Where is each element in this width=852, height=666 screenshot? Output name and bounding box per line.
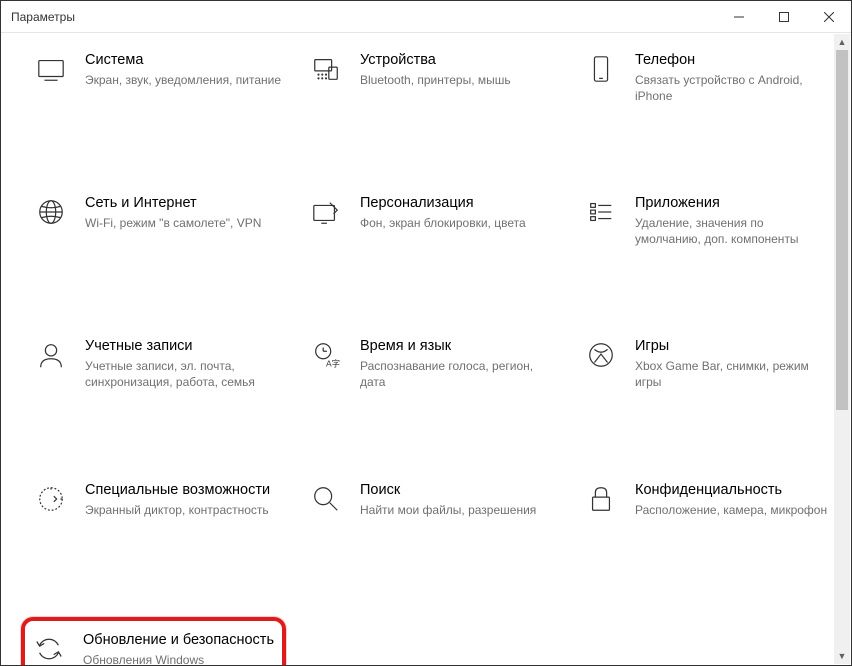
tile-title: Специальные возможности (85, 481, 270, 500)
tile-desc: Wi-Fi, режим "в самолете", VPN (85, 215, 261, 231)
tile-title: Конфиденциальность (635, 481, 827, 500)
tile-title: Время и язык (360, 337, 557, 356)
svg-text:A字: A字 (326, 359, 340, 369)
tile-desc: Расположение, камера, микрофон (635, 502, 827, 518)
tile-desc: Экранный диктор, контрастность (85, 502, 270, 518)
tile-network[interactable]: Сеть и Интернет Wi-Fi, режим "в самолете… (31, 188, 286, 253)
tile-title: Обновление и безопасность (83, 631, 274, 650)
accounts-icon (35, 339, 67, 371)
close-button[interactable] (806, 1, 851, 32)
phone-icon (585, 53, 617, 85)
scrollbar[interactable]: ▲ ▼ (834, 34, 850, 664)
tile-apps[interactable]: Приложения Удаление, значения по умолчан… (581, 188, 836, 253)
gaming-icon (585, 339, 617, 371)
tile-time[interactable]: A字 Время и язык Распознавание голоса, ре… (306, 331, 561, 396)
tile-phone[interactable]: Телефон Связать устройство с Android, iP… (581, 45, 836, 110)
system-icon (35, 53, 67, 85)
easeofaccess-icon (35, 483, 67, 515)
tile-title: Учетные записи (85, 337, 282, 356)
tile-title: Телефон (635, 51, 832, 70)
scroll-down-icon[interactable]: ▼ (834, 648, 850, 664)
personalization-icon (310, 196, 342, 228)
tile-desc: Связать устройство с Android, iPhone (635, 72, 832, 104)
update-icon (33, 633, 65, 665)
tile-search[interactable]: Поиск Найти мои файлы, разрешения (306, 475, 561, 539)
minimize-button[interactable] (716, 1, 761, 32)
tile-desc: Найти мои файлы, разрешения (360, 502, 536, 518)
maximize-button[interactable] (761, 1, 806, 32)
tile-desc: Xbox Game Bar, снимки, режим игры (635, 358, 832, 390)
tile-personalization[interactable]: Персонализация Фон, экран блокировки, цв… (306, 188, 561, 253)
scroll-thumb[interactable] (836, 50, 848, 410)
tile-accounts[interactable]: Учетные записи Учетные записи, эл. почта… (31, 331, 286, 396)
window-controls (716, 1, 851, 32)
tile-title: Устройства (360, 51, 511, 70)
tile-update[interactable]: Обновление и безопасность Обновления Win… (21, 617, 286, 665)
devices-icon (310, 53, 342, 85)
tile-desc: Bluetooth, принтеры, мышь (360, 72, 511, 88)
tile-easeofaccess[interactable]: Специальные возможности Экранный диктор,… (31, 475, 286, 539)
tile-devices[interactable]: Устройства Bluetooth, принтеры, мышь (306, 45, 561, 110)
settings-content: Система Экран, звук, уведомления, питани… (1, 33, 851, 665)
tile-desc: Фон, экран блокировки, цвета (360, 215, 526, 231)
tile-desc: Удаление, значения по умолчанию, доп. ко… (635, 215, 832, 247)
tile-desc: Обновления Windows (83, 652, 274, 666)
privacy-icon (585, 483, 617, 515)
apps-icon (585, 196, 617, 228)
tile-desc: Экран, звук, уведомления, питание (85, 72, 281, 88)
tile-title: Персонализация (360, 194, 526, 213)
tile-title: Система (85, 51, 281, 70)
titlebar: Параметры (1, 1, 851, 33)
tile-title: Сеть и Интернет (85, 194, 261, 213)
tile-title: Поиск (360, 481, 536, 500)
time-icon: A字 (310, 339, 342, 371)
tile-desc: Учетные записи, эл. почта, синхронизация… (85, 358, 282, 390)
tile-desc: Распознавание голоса, регион, дата (360, 358, 557, 390)
network-icon (35, 196, 67, 228)
settings-grid: Система Экран, звук, уведомления, питани… (31, 45, 831, 665)
tile-privacy[interactable]: Конфиденциальность Расположение, камера,… (581, 475, 836, 539)
scroll-up-icon[interactable]: ▲ (834, 34, 850, 50)
tile-title: Приложения (635, 194, 832, 213)
search-icon (310, 483, 342, 515)
tile-title: Игры (635, 337, 832, 356)
window-title: Параметры (11, 10, 75, 24)
tile-system[interactable]: Система Экран, звук, уведомления, питани… (31, 45, 286, 110)
tile-gaming[interactable]: Игры Xbox Game Bar, снимки, режим игры (581, 331, 836, 396)
